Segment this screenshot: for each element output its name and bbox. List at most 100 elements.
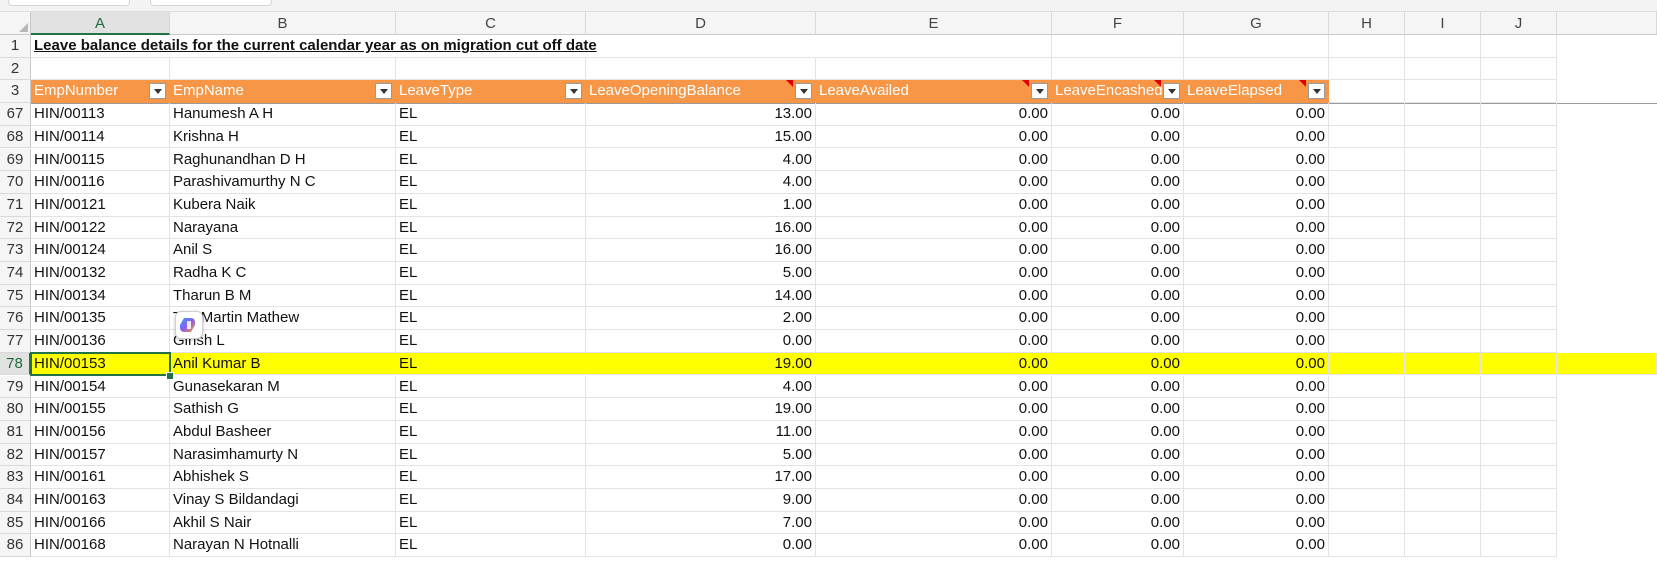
leave-opening-balance-cell[interactable]: 15.00 — [586, 125, 816, 149]
comment-indicator-icon[interactable] — [1154, 80, 1161, 88]
leave-opening-balance-cell[interactable]: 16.00 — [586, 216, 816, 240]
leave-type-cell[interactable]: EL — [396, 307, 586, 331]
leave-type-cell[interactable]: EL — [396, 262, 586, 285]
leave-encashed-cell[interactable]: 0.00 — [1052, 352, 1184, 376]
copilot-icon[interactable] — [175, 311, 203, 340]
emp-name-cell[interactable]: Narayana — [170, 216, 396, 240]
leave-encashed-cell[interactable]: 0.00 — [1052, 443, 1184, 467]
emp-number-cell[interactable]: HIN/00154 — [31, 375, 170, 399]
empty-cell[interactable] — [1405, 511, 1481, 535]
row-header[interactable]: 84 — [0, 489, 31, 512]
emp-number-cell[interactable]: HIN/00157 — [31, 443, 170, 467]
leave-opening-balance-cell[interactable]: 16.00 — [586, 239, 816, 262]
empty-cell[interactable] — [1481, 80, 1557, 104]
leave-encashed-cell[interactable]: 0.00 — [1052, 103, 1184, 126]
leave-encashed-cell[interactable]: 0.00 — [1052, 330, 1184, 353]
leave-elapsed-cell[interactable]: 0.00 — [1184, 284, 1329, 308]
table-header-leavetype[interactable]: LeaveType — [396, 80, 586, 104]
empty-cell[interactable] — [1405, 103, 1481, 126]
empty-cell[interactable] — [1481, 375, 1557, 399]
leave-elapsed-cell[interactable]: 0.00 — [1184, 307, 1329, 331]
empty-cell[interactable] — [1481, 511, 1557, 535]
empty-cell[interactable] — [1405, 284, 1481, 308]
leave-opening-balance-cell[interactable]: 0.00 — [586, 330, 816, 353]
empty-cell[interactable] — [1405, 420, 1481, 444]
leave-availed-cell[interactable]: 0.00 — [816, 443, 1052, 467]
leave-type-cell[interactable]: EL — [396, 489, 586, 512]
row-header[interactable]: 80 — [0, 398, 31, 421]
leave-encashed-cell[interactable]: 0.00 — [1052, 193, 1184, 217]
leave-type-cell[interactable]: EL — [396, 171, 586, 194]
leave-elapsed-cell[interactable]: 0.00 — [1184, 489, 1329, 512]
filter-dropdown-icon[interactable] — [1308, 83, 1325, 100]
leave-type-cell[interactable]: EL — [396, 284, 586, 308]
emp-name-cell[interactable]: Hanumesh A H — [170, 103, 396, 126]
empty-cell[interactable] — [1481, 216, 1557, 240]
empty-cell[interactable] — [1481, 284, 1557, 308]
filter-dropdown-icon[interactable] — [1163, 83, 1180, 100]
leave-elapsed-cell[interactable]: 0.00 — [1184, 398, 1329, 421]
emp-name-cell[interactable]: Parashivamurthy N C — [170, 171, 396, 194]
empty-cell[interactable] — [1481, 193, 1557, 217]
empty-cell[interactable] — [1329, 35, 1405, 58]
column-header-d[interactable]: D — [586, 12, 816, 35]
empty-cell[interactable] — [1405, 375, 1481, 399]
leave-opening-balance-cell[interactable]: 2.00 — [586, 307, 816, 331]
row-header[interactable]: 83 — [0, 466, 31, 489]
leave-opening-balance-cell[interactable]: 0.00 — [586, 534, 816, 558]
leave-elapsed-cell[interactable]: 0.00 — [1184, 148, 1329, 172]
leave-availed-cell[interactable]: 0.00 — [816, 148, 1052, 172]
row-header[interactable]: 77 — [0, 330, 31, 353]
empty-cell[interactable] — [1329, 511, 1405, 535]
leave-opening-balance-cell[interactable]: 4.00 — [586, 375, 816, 399]
empty-cell[interactable] — [1481, 307, 1557, 331]
leave-availed-cell[interactable]: 0.00 — [816, 193, 1052, 217]
leave-opening-balance-cell[interactable]: 19.00 — [586, 352, 816, 376]
empty-cell[interactable] — [1481, 148, 1557, 172]
empty-cell[interactable] — [1329, 193, 1405, 217]
fill-handle[interactable] — [166, 371, 174, 380]
column-header-j[interactable]: J — [1481, 12, 1557, 35]
leave-encashed-cell[interactable]: 0.00 — [1052, 171, 1184, 194]
row-header[interactable]: 72 — [0, 216, 31, 240]
empty-cell[interactable] — [1481, 57, 1557, 81]
table-header-empname[interactable]: EmpName — [170, 80, 396, 104]
column-header-f[interactable]: F — [1052, 12, 1184, 35]
emp-name-cell[interactable]: Krishna H — [170, 125, 396, 149]
leave-availed-cell[interactable]: 0.00 — [816, 125, 1052, 149]
emp-number-cell[interactable]: HIN/00166 — [31, 511, 170, 535]
empty-cell[interactable] — [170, 57, 396, 81]
empty-cell[interactable] — [1405, 80, 1481, 104]
sheet-title[interactable]: Leave balance details for the current ca… — [31, 35, 816, 58]
column-header-h[interactable]: H — [1329, 12, 1405, 35]
filter-dropdown-icon[interactable] — [375, 83, 392, 100]
empty-cell[interactable] — [816, 57, 1052, 81]
leave-type-cell[interactable]: EL — [396, 375, 586, 399]
row-header[interactable]: 2 — [0, 57, 31, 81]
emp-name-cell[interactable]: Abdul Basheer — [170, 420, 396, 444]
leave-type-cell[interactable]: EL — [396, 466, 586, 489]
row-header[interactable]: 75 — [0, 284, 31, 308]
empty-cell[interactable] — [1184, 35, 1329, 58]
empty-cell[interactable] — [1329, 171, 1405, 194]
leave-opening-balance-cell[interactable]: 4.00 — [586, 171, 816, 194]
empty-cell[interactable] — [1329, 80, 1405, 104]
leave-type-cell[interactable]: EL — [396, 239, 586, 262]
empty-cell[interactable] — [1481, 443, 1557, 467]
leave-type-cell[interactable]: EL — [396, 352, 586, 376]
emp-number-cell[interactable]: HIN/00161 — [31, 466, 170, 489]
leave-encashed-cell[interactable]: 0.00 — [1052, 148, 1184, 172]
empty-cell[interactable] — [1481, 171, 1557, 194]
leave-type-cell[interactable]: EL — [396, 398, 586, 421]
row-header[interactable]: 74 — [0, 262, 31, 285]
emp-number-cell[interactable]: HIN/00115 — [31, 148, 170, 172]
emp-number-cell[interactable]: HIN/00163 — [31, 489, 170, 512]
emp-number-cell[interactable]: HIN/00156 — [31, 420, 170, 444]
row-header[interactable]: 69 — [0, 148, 31, 172]
emp-name-cell[interactable]: Tiju Martin Mathew — [170, 307, 396, 331]
row-header[interactable]: 79 — [0, 375, 31, 399]
leave-encashed-cell[interactable]: 0.00 — [1052, 398, 1184, 421]
empty-cell[interactable] — [1481, 35, 1557, 58]
leave-opening-balance-cell[interactable]: 11.00 — [586, 420, 816, 444]
emp-number-cell[interactable]: HIN/00132 — [31, 262, 170, 285]
